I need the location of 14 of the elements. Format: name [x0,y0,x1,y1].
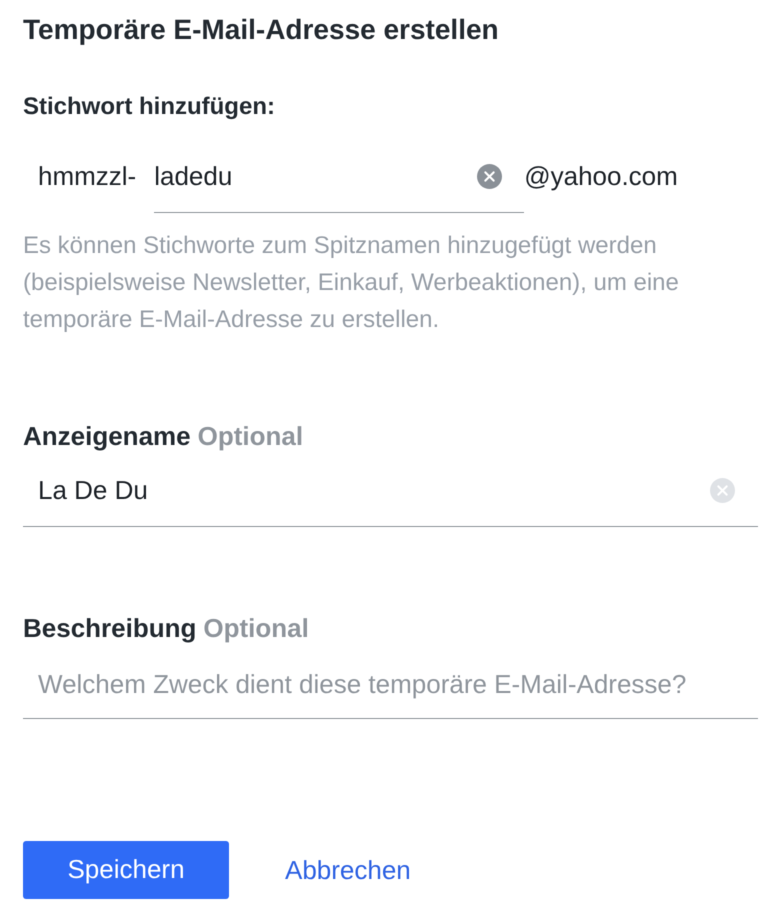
optional-hint: Optional [203,612,309,644]
save-button[interactable]: Speichern [23,840,229,898]
display-name-label: Anzeigename [23,420,191,452]
dialog-title: Temporäre E-Mail-Adresse erstellen [23,13,499,47]
optional-hint: Optional [198,420,304,452]
description-input-field[interactable]: Welchem Zweck dient diese temporäre E-Mail-Adresse? [23,658,758,718]
keyword-label: Stichwort hinzufügen: [23,92,275,122]
keyword-input-field[interactable]: ladedu [154,150,524,212]
cancel-link[interactable]: Abbrechen [285,854,411,886]
help-text: Es können Stichworte zum Spitznamen hinzugefügt werden (beispielsweise Newsletter, Einkauf, Werbeaktionen), um eine temporäre E-Mail-Adresse zu erstellen. [23,230,680,334]
clear-icon[interactable] [477,164,502,188]
nickname-prefix: hmmzzl- [38,160,136,193]
description-label: Beschreibung [23,612,196,644]
email-domain: @yahoo.com [524,160,678,193]
